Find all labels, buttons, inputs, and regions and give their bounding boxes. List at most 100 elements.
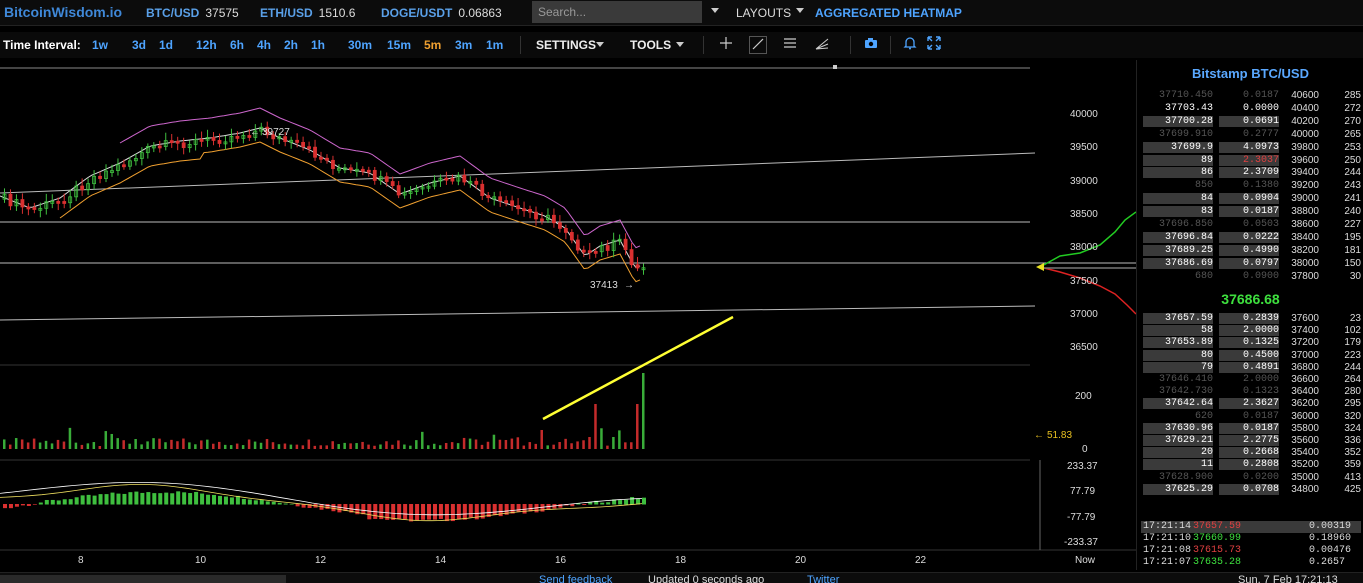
interval-1d[interactable]: 1d bbox=[159, 38, 173, 52]
candle-body bbox=[480, 183, 485, 196]
order-row[interactable]: 37689.25 0.4990 38200 181 bbox=[1141, 244, 1361, 257]
interval-6h[interactable]: 6h bbox=[230, 38, 244, 52]
bell-icon[interactable] bbox=[901, 36, 919, 54]
ticker-eth[interactable]: ETH/USD 1510.6 bbox=[260, 6, 355, 20]
order-row[interactable]: 37657.59 0.2839 37600 23 bbox=[1141, 313, 1361, 325]
settings-menu[interactable]: SETTINGS bbox=[536, 38, 596, 52]
order-amount: 0.1323 bbox=[1242, 386, 1279, 398]
interval-3d[interactable]: 3d bbox=[132, 38, 146, 52]
site-logo[interactable]: BitcoinWisdom.io bbox=[4, 4, 122, 20]
order-count: 243 bbox=[1344, 180, 1361, 192]
trade-price: 37635.28 bbox=[1193, 557, 1242, 568]
settings-caret-icon[interactable] bbox=[596, 42, 604, 47]
interval-2h[interactable]: 2h bbox=[284, 38, 298, 52]
order-level: 39000 bbox=[1291, 193, 1319, 205]
chart-canvas[interactable]: 40000 39500 39000 38500 38000 37500 3700… bbox=[0, 60, 1136, 570]
order-row[interactable]: 620 0.0187 36000 320 bbox=[1141, 411, 1361, 423]
order-row[interactable]: 37628.900 0.0200 35000 413 bbox=[1141, 472, 1361, 484]
drawn-trendline[interactable] bbox=[0, 305, 1036, 321]
macd-bar bbox=[462, 504, 467, 520]
order-row[interactable]: 79 0.4891 36800 244 bbox=[1141, 361, 1361, 374]
price-axis-label: 38000 bbox=[1070, 242, 1098, 253]
trade-row: 17:21:08 37615.73 0.00476 bbox=[1141, 545, 1361, 557]
line-draw-icon[interactable] bbox=[749, 36, 767, 54]
macd-bar bbox=[361, 504, 366, 515]
order-row[interactable]: 80 0.4500 37000 223 bbox=[1141, 349, 1361, 362]
ticker-doge[interactable]: DOGE/USDT 0.06863 bbox=[381, 6, 502, 20]
crosshair-icon[interactable] bbox=[717, 36, 735, 54]
macd-bar bbox=[122, 493, 127, 505]
price-chart[interactable]: 40000 39500 39000 38500 38000 37500 3700… bbox=[0, 60, 1136, 570]
footer-input-box[interactable] bbox=[0, 575, 286, 583]
volume-bar bbox=[313, 445, 317, 449]
volume-bar bbox=[3, 439, 6, 449]
interval-5m[interactable]: 5m bbox=[424, 38, 441, 52]
volume-axis-label: 0 bbox=[1082, 444, 1088, 455]
order-row[interactable]: 20 0.2668 35400 352 bbox=[1141, 447, 1361, 459]
send-feedback-link[interactable]: Send feedback bbox=[539, 574, 612, 583]
interval-12h[interactable]: 12h bbox=[196, 38, 217, 52]
order-row[interactable]: 37653.89 0.1325 37200 179 bbox=[1141, 337, 1361, 349]
volume-bar bbox=[462, 437, 466, 449]
order-book-title[interactable]: Bitstamp BTC/USD bbox=[1137, 66, 1363, 81]
order-row[interactable]: 680 0.0900 37800 30 bbox=[1141, 271, 1361, 283]
volume-bar bbox=[277, 444, 281, 449]
tools-caret-icon[interactable] bbox=[676, 42, 684, 47]
order-row[interactable]: 37686.69 0.0797 38000 150 bbox=[1141, 257, 1361, 270]
order-row[interactable]: 37699.910 0.2777 40000 265 bbox=[1141, 129, 1361, 141]
aggregated-heatmap-link[interactable]: AGGREGATED HEATMAP bbox=[815, 6, 962, 20]
interval-1h[interactable]: 1h bbox=[311, 38, 325, 52]
volume-bar bbox=[20, 439, 24, 449]
interval-1w[interactable]: 1w bbox=[92, 38, 108, 52]
order-row[interactable]: 86 2.3709 39400 244 bbox=[1141, 167, 1361, 179]
interval-4h[interactable]: 4h bbox=[257, 38, 271, 52]
volume-bar bbox=[355, 443, 358, 449]
order-count: 181 bbox=[1344, 244, 1361, 256]
order-level: 37000 bbox=[1291, 349, 1319, 361]
layouts-menu[interactable]: LAYOUTS bbox=[736, 6, 791, 20]
macd-bar bbox=[331, 504, 336, 512]
order-row[interactable]: 11 0.2808 35200 359 bbox=[1141, 459, 1361, 471]
order-row[interactable]: 37642.730 0.1323 36400 280 bbox=[1141, 386, 1361, 398]
interval-3m[interactable]: 3m bbox=[455, 38, 472, 52]
order-row[interactable]: 37642.64 2.3627 36200 295 bbox=[1141, 398, 1361, 410]
order-row[interactable]: 37696.84 0.0222 38400 195 bbox=[1141, 231, 1361, 244]
order-row[interactable]: 37696.850 0.0503 38600 227 bbox=[1141, 219, 1361, 231]
order-count: 265 bbox=[1344, 128, 1361, 140]
ticker-btc[interactable]: BTC/USD 37575 bbox=[146, 6, 239, 20]
search-input[interactable] bbox=[532, 1, 702, 23]
layouts-caret-icon[interactable] bbox=[796, 8, 804, 13]
order-row[interactable]: 37646.410 2.0000 36600 264 bbox=[1141, 374, 1361, 386]
order-row[interactable]: 84 0.0904 39000 241 bbox=[1141, 193, 1361, 205]
order-row[interactable]: 37700.28 0.0691 40200 270 bbox=[1141, 115, 1361, 128]
order-row[interactable]: 37629.21 2.2775 35600 336 bbox=[1141, 435, 1361, 447]
order-row[interactable]: 37699.9 4.0973 39800 253 bbox=[1141, 141, 1361, 154]
camera-icon[interactable] bbox=[862, 36, 880, 54]
order-price: 89 bbox=[1143, 154, 1213, 166]
horizontal-lines-icon[interactable] bbox=[781, 36, 799, 54]
twitter-link[interactable]: Twitter bbox=[807, 574, 839, 583]
interval-15m[interactable]: 15m bbox=[387, 38, 411, 52]
search-dropdown-caret-icon[interactable] bbox=[711, 8, 719, 13]
volume-bar bbox=[403, 444, 406, 449]
order-row[interactable]: 89 2.3037 39600 250 bbox=[1141, 154, 1361, 167]
order-row[interactable]: 850 0.1380 39200 243 bbox=[1141, 180, 1361, 192]
order-row[interactable]: 37710.450 0.0187 40600 285 bbox=[1141, 90, 1361, 102]
fullscreen-icon[interactable] bbox=[925, 36, 943, 54]
volume-bar bbox=[558, 442, 561, 449]
resize-handle[interactable] bbox=[833, 65, 837, 69]
interval-30m[interactable]: 30m bbox=[348, 38, 372, 52]
yellow-trendline[interactable] bbox=[542, 315, 734, 421]
order-row[interactable]: 37703.43 0.0000 40400 272 bbox=[1141, 103, 1361, 115]
order-row[interactable]: 83 0.0187 38800 240 bbox=[1141, 206, 1361, 218]
tools-menu[interactable]: TOOLS bbox=[630, 38, 671, 52]
fan-icon[interactable] bbox=[813, 36, 831, 54]
macd-bar bbox=[200, 493, 205, 505]
order-row[interactable]: 37630.96 0.0187 35800 324 bbox=[1141, 422, 1361, 435]
order-amount: 0.0187 bbox=[1219, 422, 1279, 434]
macd-bar bbox=[188, 493, 193, 505]
order-row[interactable]: 37625.29 0.0708 34800 425 bbox=[1141, 483, 1361, 496]
interval-1m[interactable]: 1m bbox=[486, 38, 503, 52]
macd-axis-label: 233.37 bbox=[1067, 461, 1098, 472]
order-row[interactable]: 58 2.0000 37400 102 bbox=[1141, 325, 1361, 337]
